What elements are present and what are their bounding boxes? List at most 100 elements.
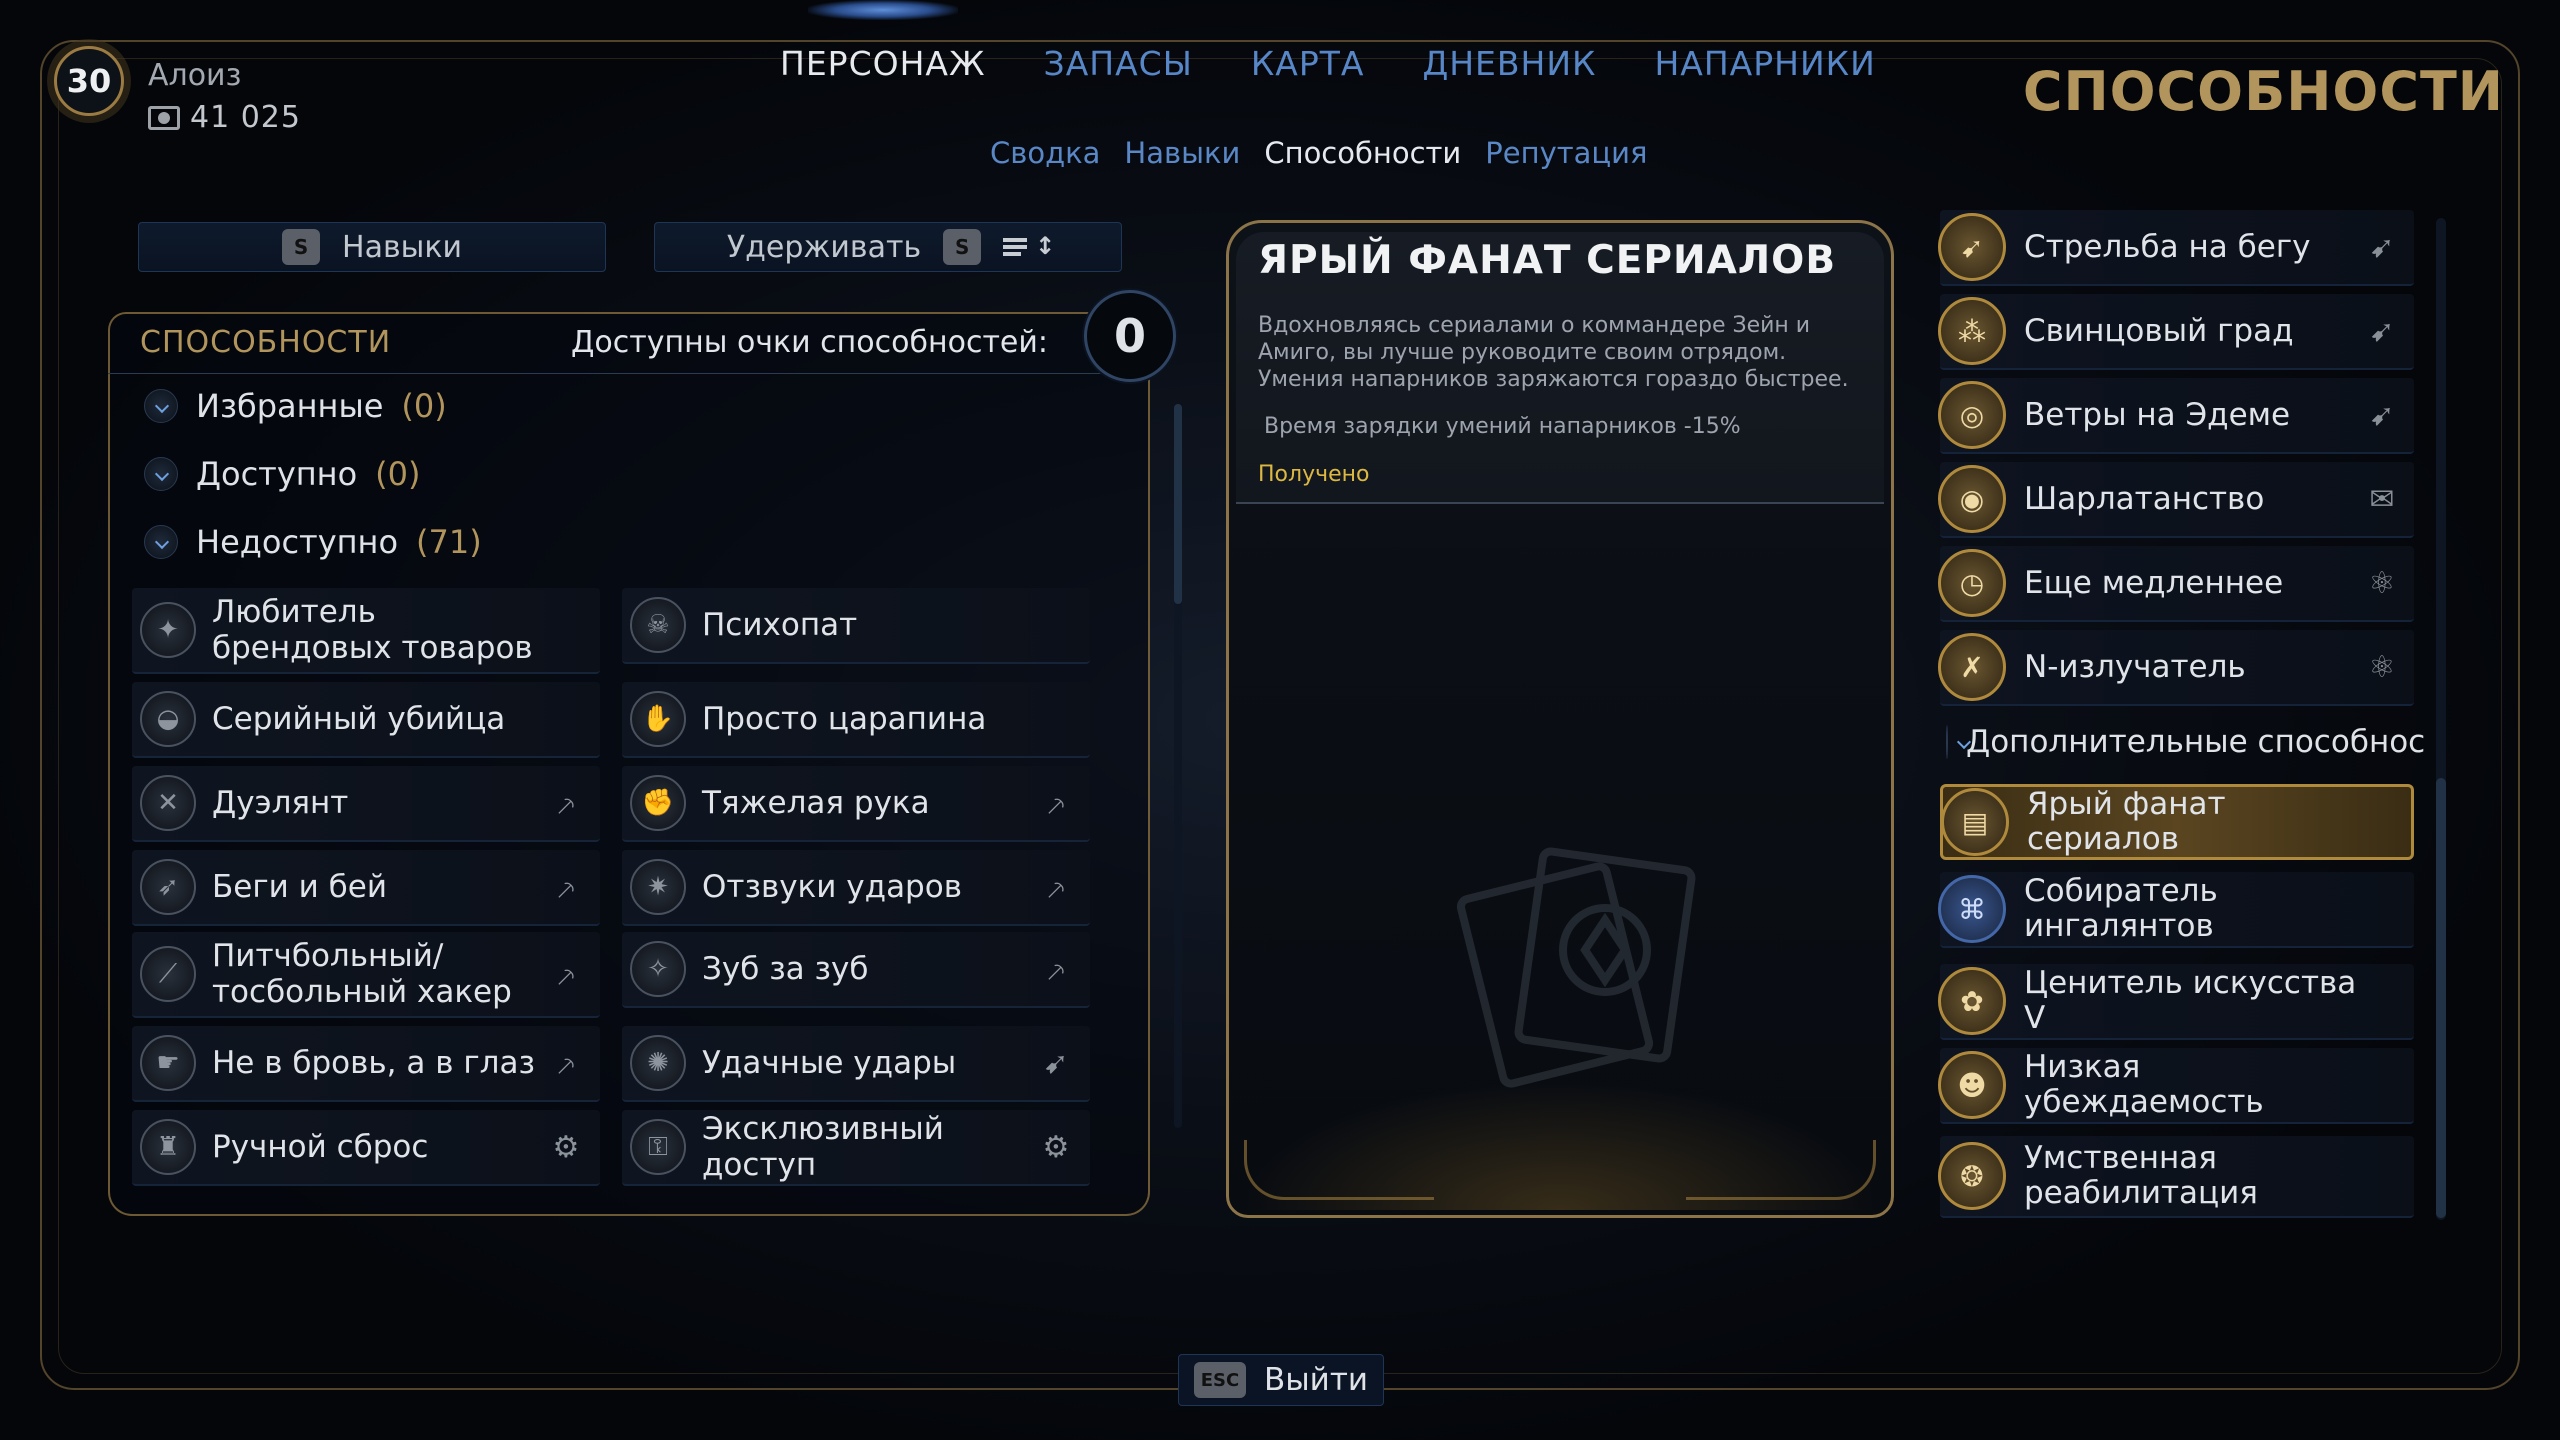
player-name: Алоиз [148, 58, 242, 93]
owned-ability-item[interactable]: ➹ Стрельба на бегу ➹ [1938, 210, 2414, 286]
owned-ability-item[interactable]: ❂ Умственная реабилитация [1938, 1136, 2414, 1218]
tab-map[interactable]: КАРТА [1251, 44, 1365, 83]
ranged-weapon-icon: ➹ [2369, 313, 2395, 349]
ability-card[interactable]: ☠ Психопат [622, 588, 1090, 664]
category-available[interactable]: Доступно (0) [144, 444, 482, 504]
star-burst-icon: ✺ [630, 1035, 686, 1091]
subtab-reputation[interactable]: Репутация [1485, 136, 1647, 170]
ability-card[interactable]: ➶ Беги и бей ⸕ [132, 850, 600, 926]
target-icon: ◎ [1938, 381, 2006, 449]
melee-weapon-icon: ⸕ [1044, 871, 1068, 907]
subtab-abilities[interactable]: Способности [1264, 136, 1461, 170]
crossed-swords-icon: ✕ [140, 775, 196, 831]
science-icon: ⚛ [2368, 565, 2396, 601]
subtab-skills[interactable]: Навыки [1124, 136, 1240, 170]
owned-ability-item[interactable]: ▤ Ярый фанат сериалов [1940, 784, 2414, 860]
currency-icon [148, 105, 180, 130]
owned-ability-label: Низкая убеждаемость [2024, 1049, 2264, 1120]
sort-icon: ↕ [1003, 232, 1055, 262]
abilities-scrollbar[interactable] [1174, 404, 1182, 1128]
ranged-weapon-icon: ➹ [1043, 1045, 1069, 1081]
owned-ability-item[interactable]: ✗ N-излучатель ⚛ [1938, 630, 2414, 706]
ability-card[interactable]: ⟋ Питчбольный/ тосбольный хакер ⸕ [132, 932, 600, 1018]
ability-card[interactable]: ✕ Дуэлянт ⸕ [132, 766, 600, 842]
ability-card[interactable]: ✧ Зуб за зуб ⸕ [622, 932, 1090, 1008]
page-title: СПОСОБНОСТИ [2022, 60, 2504, 123]
ability-card[interactable]: ✋ Просто царапина [622, 682, 1090, 758]
ability-card[interactable]: ☛ Не в бровь, а в глаз ⸕ [132, 1026, 600, 1102]
key-hint-s: S [282, 229, 321, 265]
ability-card-label: Ручной сброс [212, 1129, 429, 1165]
ability-card[interactable]: ⚿ Эксклюзивный доступ ⚙ [622, 1110, 1090, 1186]
category-label: Доступно [196, 455, 358, 493]
ornament-left [1244, 1140, 1434, 1200]
ability-points-label: Доступны очки способностей: [570, 325, 1048, 360]
ranged-weapon-icon: ➹ [2369, 397, 2395, 433]
tab-character[interactable]: ПЕРСОНАЖ [780, 44, 986, 83]
ability-card-label: Серийный убийца [212, 701, 506, 737]
scroll-thumb[interactable] [1174, 404, 1182, 604]
category-favorites[interactable]: Избранные (0) [144, 376, 482, 436]
owned-ability-item[interactable]: ✿ Ценитель искусства V [1938, 964, 2414, 1040]
owned-scrollbar[interactable] [2436, 218, 2446, 1220]
category-count: (0) [375, 455, 421, 493]
key-hint-s: S [943, 229, 982, 265]
subtab-summary[interactable]: Сводка [990, 136, 1100, 170]
chevron-down-icon [144, 457, 178, 491]
melee-weapon-icon: ⸕ [554, 871, 578, 907]
ability-card[interactable]: ✷ Отзвуки ударов ⸕ [622, 850, 1090, 926]
chevron-down-icon [144, 389, 178, 423]
tab-inventory[interactable]: ЗАПАСЫ [1044, 44, 1193, 83]
robot-icon: ♜ [140, 1119, 196, 1175]
ability-card[interactable]: ✺ Удачные удары ➹ [622, 1026, 1090, 1102]
lock-icon: ⚿ [630, 1119, 686, 1175]
owned-ability-item[interactable]: ☻ Низкая убеждаемость [1938, 1048, 2414, 1124]
extra-abilities-header[interactable]: Дополнительные способности [1946, 712, 2426, 772]
tooth-icon: ✧ [630, 941, 686, 997]
crossed-icon: ✗ [1938, 633, 2006, 701]
ability-card-label: Любитель брендовых товаров [212, 594, 533, 666]
ability-card[interactable]: ✦ Любитель брендовых товаров [132, 588, 600, 674]
owned-ability-label: Свинцовый град [2024, 312, 2294, 349]
ranged-weapon-icon: ➹ [2369, 229, 2395, 265]
tab-companions[interactable]: НАПАРНИКИ [1654, 44, 1875, 83]
gadget-icon: ⚙ [1042, 1129, 1070, 1165]
owned-ability-item[interactable]: ⁂ Свинцовый град ➹ [1938, 294, 2414, 370]
category-count: (0) [401, 387, 447, 425]
owned-ability-item[interactable]: ◉ Шарлатанство ✉ [1938, 462, 2414, 538]
detail-description: Вдохновляясь сериалами о коммандере Зейн… [1258, 313, 1849, 392]
owned-ability-label: Ярый фанат сериалов [2027, 786, 2226, 857]
claw-icon: ✋ [630, 691, 686, 747]
running-icon: ➶ [140, 859, 196, 915]
ability-points-counter: 0 [1084, 290, 1176, 382]
category-unavailable[interactable]: Недоступно (71) [144, 512, 482, 572]
owned-ability-label: Стрельба на бегу [2024, 228, 2311, 265]
category-count: (71) [416, 523, 482, 561]
owned-ability-item[interactable]: ⌘ Собиратель ингалянтов [1938, 872, 2414, 948]
owned-ability-label: Ветры на Эдеме [2024, 396, 2291, 433]
owned-ability-item[interactable]: ◷ Еще медленнее ⚛ [1938, 546, 2414, 622]
ability-card[interactable]: ✊ Тяжелая рука ⸕ [622, 766, 1090, 842]
sub-tabs: Сводка Навыки Способности Репутация [990, 136, 1647, 170]
hand-strike-icon: ☛ [140, 1035, 196, 1091]
ability-card[interactable]: ◒ Серийный убийца [132, 682, 600, 758]
melee-weapon-icon: ⸕ [554, 787, 578, 823]
ability-card-label: Удачные удары [702, 1045, 957, 1081]
category-list: Избранные (0) Доступно (0) Недоступно (71) [144, 376, 482, 572]
category-label: Недоступно [196, 523, 399, 561]
ability-card[interactable]: ♜ Ручной сброс ⚙ [132, 1110, 600, 1186]
gadget-icon: ⚙ [552, 1129, 580, 1165]
ability-card-label: Питчбольный/ тосбольный хакер [212, 938, 512, 1010]
ability-card-label: Дуэлянт [212, 785, 349, 821]
tab-journal[interactable]: ДНЕВНИК [1422, 44, 1596, 83]
owned-ability-item[interactable]: ◎ Ветры на Эдеме ➹ [1938, 378, 2414, 454]
running-gun-icon: ➹ [1938, 213, 2006, 281]
detail-stat: Время зарядки умений напарников -15% [1264, 414, 1741, 439]
skills-button[interactable]: S Навыки [138, 222, 606, 272]
scroll-thumb[interactable] [2436, 778, 2446, 1218]
money-amount: 41 025 [190, 100, 301, 135]
exit-button[interactable]: ESC Выйти [1178, 1354, 1384, 1406]
hold-sort-button[interactable]: Удерживать S ↕ [654, 222, 1122, 272]
player-level-badge: 30 [54, 46, 124, 116]
extra-abilities-label: Дополнительные способности [1966, 724, 2426, 760]
